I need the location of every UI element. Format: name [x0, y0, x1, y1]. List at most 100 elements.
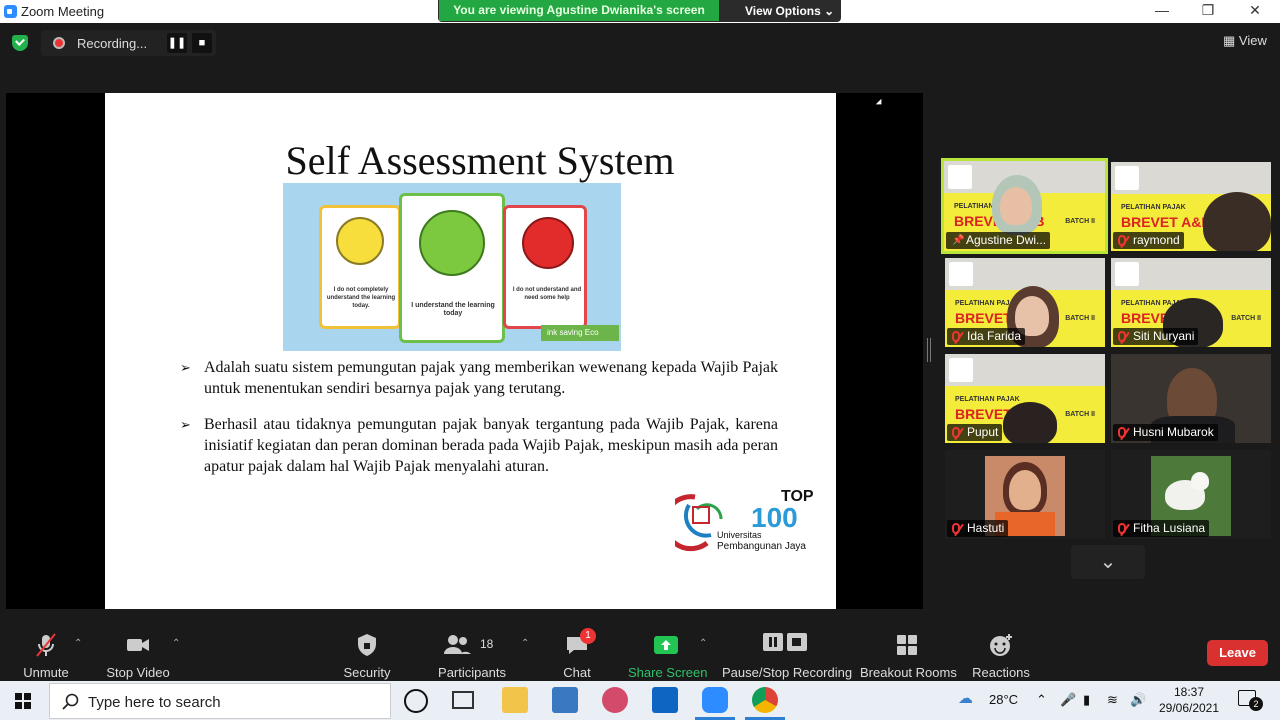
participant-name-label: Hastuti [947, 520, 1009, 537]
banner-header [945, 258, 1105, 290]
video-tile[interactable]: Husni Mubarok [1111, 354, 1271, 443]
participant-face [1000, 187, 1032, 225]
volume-icon[interactable]: 🔊 [1130, 692, 1146, 708]
pin-icon: 📌 [952, 235, 965, 246]
face-caption: I do not completely understand the learn… [326, 287, 396, 309]
slide-title: Self Assessment System [285, 138, 675, 183]
splitter-handle[interactable] [927, 338, 931, 362]
restore-icon[interactable]: ❐ [1198, 2, 1218, 19]
unmute-button[interactable]: Unmute [20, 624, 72, 680]
gallery-next-page-button[interactable]: ⌄ [1071, 545, 1145, 579]
participant-name-label: Husni Mubarok [1113, 424, 1218, 441]
share-screen-icon [654, 636, 678, 654]
need-help-card: I do not understand and need some help [503, 205, 587, 329]
bullet-item: Adalah suatu sistem pemungutan pajak yan… [180, 357, 778, 399]
chrome-icon[interactable] [752, 687, 778, 713]
grid-icon: ▦ [1223, 33, 1236, 48]
reactions-button[interactable]: Reactions [972, 624, 1030, 680]
video-tile[interactable]: Fitha Lusiana [1111, 450, 1271, 539]
notifications-icon[interactable]: 2 [1238, 690, 1263, 711]
security-label: Security [343, 665, 391, 680]
temperature-label[interactable]: 28°C [989, 692, 1018, 707]
mic-muted-icon [1118, 235, 1126, 246]
clock-date: 29/06/2021 [1158, 701, 1220, 715]
video-tile[interactable]: Hastuti [945, 450, 1105, 539]
clock-time: 18:37 [1173, 685, 1205, 699]
security-shield-icon [358, 634, 376, 656]
battery-icon[interactable]: ▮ [1083, 692, 1090, 708]
unmute-label: Unmute [23, 665, 69, 680]
microphone-tray-icon[interactable]: 🎤 [1060, 692, 1076, 708]
participant-name-label: Ida Farida [947, 328, 1026, 345]
notifications-count: 2 [1249, 697, 1263, 711]
chevron-down-icon: ⌄ [824, 4, 835, 18]
mic-muted-icon [952, 523, 960, 534]
video-options-caret-icon[interactable]: ⌃ [172, 638, 180, 649]
viewing-banner-text: You are viewing Agustine Dwianika's scre… [439, 0, 719, 21]
video-tile[interactable]: PELATIHAN PAJAK BREVET A&B BATCH II raym… [1111, 162, 1271, 251]
share-screen-button[interactable]: Share Screen [628, 624, 708, 680]
app-icon[interactable] [552, 687, 578, 713]
breakout-rooms-icon [897, 635, 917, 655]
viewing-banner: You are viewing Agustine Dwianika's scre… [438, 0, 841, 22]
participants-button[interactable]: 18 Participants [436, 624, 508, 680]
stop-recording-icon[interactable]: ■ [192, 33, 212, 53]
participant-name-label: raymond [1113, 232, 1184, 249]
file-explorer-icon[interactable] [502, 687, 528, 713]
sad-face-icon [522, 217, 574, 269]
leave-button[interactable]: Leave [1207, 640, 1268, 666]
pause-stop-recording-label: Pause/Stop Recording [722, 665, 853, 680]
video-tile[interactable]: PELATIHAN PAJAK BREVET A&B BATCH II Siti… [1111, 258, 1271, 347]
zoom-logo-icon [4, 5, 17, 18]
pause-recording-icon[interactable]: ❚❚ [167, 33, 187, 53]
zoom-app-icon[interactable] [702, 687, 728, 713]
banner-logo [949, 262, 973, 286]
chat-button[interactable]: 1 Chat [556, 624, 598, 680]
breakout-rooms-label: Breakout Rooms [860, 665, 957, 680]
breakout-rooms-button[interactable]: Breakout Rooms [860, 624, 957, 680]
close-icon[interactable]: ✕ [1245, 2, 1265, 19]
participant-name-label: Siti Nuryani [1113, 328, 1199, 345]
mouse-cursor-icon [875, 98, 885, 108]
show-hidden-icons-chevron-icon[interactable]: ⌃ [1036, 692, 1047, 708]
snip-tool-icon[interactable] [602, 687, 628, 713]
banner-batch: BATCH II [1065, 411, 1095, 418]
banner-logo [949, 358, 973, 382]
audio-options-caret-icon[interactable]: ⌃ [74, 638, 82, 649]
stop-video-button[interactable]: Stop Video [106, 624, 170, 680]
banner-logo [1115, 262, 1139, 286]
video-tile[interactable]: PELATIHAN PAJAK BREVET A&B BATCH II 📌Agu… [941, 158, 1108, 254]
view-options-button[interactable]: View Options ⌄ [745, 4, 834, 18]
stop-video-label: Stop Video [106, 665, 170, 680]
wifi-icon[interactable]: ≋ [1107, 692, 1118, 708]
reactions-smiley-icon [990, 634, 1012, 656]
participants-label: Participants [438, 665, 506, 680]
chevron-down-icon: ⌄ [1099, 551, 1117, 573]
windows-start-icon[interactable] [15, 693, 31, 709]
taskbar-search-box[interactable]: Type here to search [49, 683, 391, 719]
recording-indicator: Recording... ❚❚ ■ [41, 30, 216, 56]
security-shield-icon[interactable] [12, 35, 28, 51]
weather-icon[interactable]: ☁ [958, 689, 973, 707]
taskbar-clock[interactable]: 18:37 29/06/2021 [1158, 684, 1220, 716]
share-options-caret-icon[interactable]: ⌃ [699, 638, 707, 649]
video-tile[interactable]: PELATIHAN PAJAK BREVET A&B BATCH II Ida … [945, 258, 1105, 347]
view-button[interactable]: ▦ View [1223, 33, 1267, 49]
participant-name-label: Fitha Lusiana [1113, 520, 1210, 537]
logo-number-text: 100 [751, 502, 798, 533]
bullet-item: Berhasil atau tidaknya pemungutan pajak … [180, 414, 778, 477]
cortana-icon[interactable] [404, 689, 428, 713]
participants-count: 18 [480, 637, 494, 651]
banner-header [1111, 162, 1271, 194]
pause-stop-recording-button[interactable]: Pause/Stop Recording [722, 624, 853, 680]
task-view-icon[interactable] [452, 691, 474, 709]
recording-label: Recording... [77, 36, 148, 51]
security-button[interactable]: Security [340, 624, 394, 680]
outlook-icon[interactable] [652, 687, 678, 713]
minimize-icon[interactable]: — [1152, 2, 1172, 18]
university-logo: TOP 100 Universitas Pembangunan Jaya [662, 485, 825, 555]
participant-video [1203, 192, 1271, 251]
participants-options-caret-icon[interactable]: ⌃ [521, 638, 529, 649]
happy-face-icon [419, 210, 485, 276]
video-tile[interactable]: PELATIHAN PAJAK BREVET A&B BATCH II Pupu… [945, 354, 1105, 443]
